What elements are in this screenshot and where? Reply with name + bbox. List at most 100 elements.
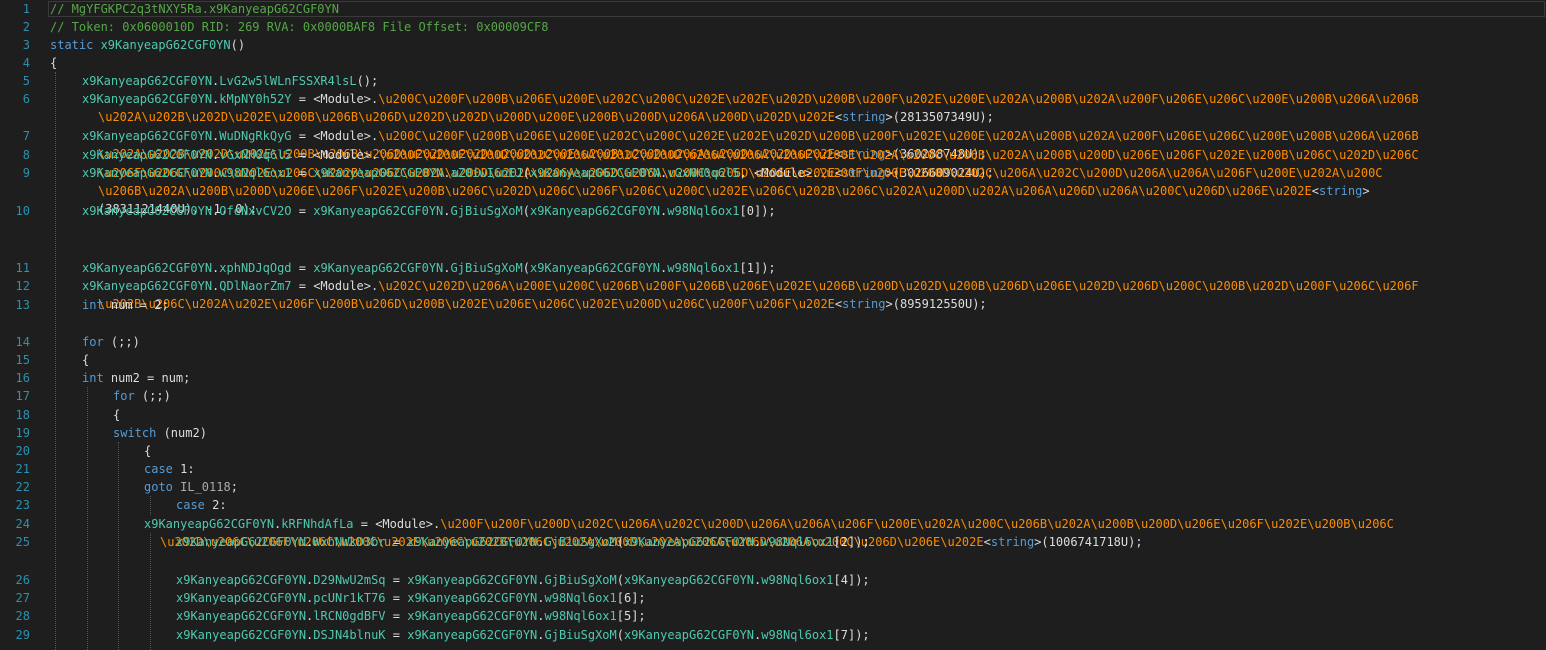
- token: x9KanyeapG62CGF0YN: [144, 517, 275, 531]
- token: x9KanyeapG62CGF0YN: [407, 591, 538, 605]
- token: {: [113, 408, 121, 422]
- line-number: 16: [15, 371, 30, 385]
- line-number: 28: [15, 609, 30, 623]
- token: \u206B\u202A\u200B\u200D\u206E\u206F\u20…: [98, 184, 1312, 198]
- token: kRFNhdAfLa: [281, 517, 354, 531]
- token: w98Nql6ox1: [219, 166, 292, 180]
- token: WxhNWkD3br: [313, 535, 386, 549]
- token: x9KanyeapG62CGF0YN: [529, 166, 661, 180]
- token: = <Module>.: [291, 92, 379, 106]
- token: >: [1362, 184, 1370, 198]
- line-number: 25: [15, 535, 30, 549]
- code-text: int num2 = num;: [82, 369, 190, 387]
- token: x9KanyeapG62CGF0YN: [529, 204, 661, 218]
- token: .: [443, 204, 451, 218]
- token: .: [537, 628, 545, 642]
- token: x9KanyeapG62CGF0YN: [176, 591, 307, 605]
- line-number: 11: [15, 261, 30, 275]
- line-number: 29: [15, 628, 30, 642]
- code-line: 13 int num = 2;: [0, 296, 1546, 314]
- token: .: [537, 591, 545, 605]
- code-text: x9KanyeapG62CGF0YN. xphNDJqOgd = x9Kanyea…: [82, 259, 776, 277]
- code-line: 22 goto IL_0118;: [0, 478, 1546, 496]
- line-number: 13: [15, 298, 30, 312]
- token: [0]);: [739, 204, 776, 218]
- code-text: x9KanyeapG62CGF0YN. OfeNxvCV2O = x9Kanyea…: [82, 202, 776, 220]
- token: (): [230, 38, 246, 52]
- code-line: 12 x9KanyeapG62CGF0YN.QDlNaorZm7 = <Modul…: [0, 277, 1546, 311]
- token: OfeNxvCV2O: [219, 204, 292, 218]
- code-text: x9KanyeapG62CGF0YN. lRCN0gdBFV = x9Kanyea…: [176, 607, 646, 625]
- token: {: [144, 444, 152, 458]
- token: IL_0118: [180, 480, 231, 494]
- code-line: 17 for (;;): [0, 387, 1546, 405]
- token: =: [291, 204, 314, 218]
- token: .: [537, 535, 545, 549]
- token: pcUNr1kT76: [313, 591, 386, 605]
- token: x9KanyeapG62CGF0YN: [82, 129, 213, 143]
- code-line: 3 static x9KanyeapG62CGF0YN(): [0, 36, 1546, 54]
- line-number: 24: [15, 517, 30, 531]
- line-number: 26: [15, 573, 30, 587]
- line-number: 17: [15, 389, 30, 403]
- token: x9KanyeapG62CGF0YN: [407, 628, 538, 642]
- token: string: [842, 110, 886, 124]
- line-number: 12: [15, 279, 30, 293]
- token: GjBiuSgXoM: [450, 261, 523, 275]
- line-number: 6: [22, 92, 30, 106]
- line-number: 18: [15, 408, 30, 422]
- token: x9KanyeapG62CGF0YN: [407, 573, 538, 587]
- code-text: x9KanyeapG62CGF0YN. WxhNWkD3br = x9Kanyea…: [176, 533, 870, 551]
- token: w98Nql6ox1: [544, 591, 617, 605]
- token: (;;): [110, 335, 140, 349]
- token: lRCN0gdBFV: [313, 609, 386, 623]
- token: x9KanyeapG62CGF0YN: [100, 38, 231, 52]
- token: {: [50, 56, 58, 70]
- code-line: 28 x9KanyeapG62CGF0YN. lRCN0gdBFV = x9Kany…: [0, 607, 1546, 625]
- token: x9KanyeapG62CGF0YN: [313, 204, 444, 218]
- token: .: [537, 573, 545, 587]
- code-line: 29 x9KanyeapG62CGF0YN. DSJN4blnuK = x9Kany…: [0, 626, 1546, 644]
- code-line: 6 x9KanyeapG62CGF0YN.kMpNY0h52Y = <Module…: [0, 90, 1546, 124]
- token: for: [82, 335, 111, 349]
- line-number: 7: [22, 129, 30, 143]
- token: kMpNY0h52Y: [219, 92, 292, 106]
- token: aZ0iwI6nEJ: [450, 166, 523, 180]
- token: x9KanyeapG62CGF0YN: [82, 204, 213, 218]
- line-number: 22: [15, 480, 30, 494]
- token: x9KanyeapG62CGF0YN: [82, 261, 213, 275]
- code-text: x9KanyeapG62CGF0YN.kMpNY0h52Y = <Module>…: [82, 90, 1419, 108]
- token: \u200F\u200F\u200D\u202C\u206A\u202C\u20…: [819, 166, 1383, 180]
- line-number: 20: [15, 444, 30, 458]
- token: w98Nql6ox1: [544, 609, 617, 623]
- code-text: // Token: 0x0600010D RID: 269 RVA: 0x000…: [50, 18, 549, 36]
- token: x9KanyeapG62CGF0YN: [82, 166, 213, 180]
- token: (: [616, 628, 624, 642]
- token: =: [385, 573, 408, 587]
- code-line: 26 x9KanyeapG62CGF0YN. D29NwU2mSq = x9Kany…: [0, 571, 1546, 589]
- code-line: 8 x9KanyeapG62CGF0YN.vGxNH0q6l5 = <Module…: [0, 146, 1546, 180]
- code-line: 5 x9KanyeapG62CGF0YN.LvG2w5lWLnFSSXR4lsL(…: [0, 72, 1546, 90]
- token: .: [443, 166, 451, 180]
- code-text: static x9KanyeapG62CGF0YN(): [50, 36, 245, 54]
- token: >(2813507349U);: [885, 110, 994, 124]
- token: w98Nql6ox1: [761, 535, 834, 549]
- token: num = 2;: [110, 298, 169, 312]
- token: (: [522, 261, 530, 275]
- code-editor[interactable]: 1 // MgYFGKPC2q3tNXY5Ra.x9KanyeapG62CGF0Y…: [0, 0, 1546, 650]
- token: x9KanyeapG62CGF0YN: [407, 535, 538, 549]
- code-line: 7 x9KanyeapG62CGF0YN.WuDNgRkQyG = <Module…: [0, 127, 1546, 161]
- code-line: 16 int num2 = num;: [0, 369, 1546, 387]
- token: // MgYFGKPC2q3tNXY5Ra.x9KanyeapG62CGF0YN: [50, 2, 339, 16]
- code-text: x9KanyeapG62CGF0YN.QDlNaorZm7 = <Module>…: [82, 277, 1419, 295]
- token: =: [385, 609, 408, 623]
- token: x9KanyeapG62CGF0YN: [529, 261, 661, 275]
- line-number: 14: [15, 335, 30, 349]
- code-text: goto IL_0118;: [144, 478, 238, 496]
- code-line: 25 x9KanyeapG62CGF0YN. WxhNWkD3br = x9Kany…: [0, 533, 1546, 551]
- token: \u200F\u200F\u200D\u202C\u206A\u202C\u20…: [440, 517, 1394, 531]
- token: \u202C\u202D\u206A\u200E\u200C\u206B\u20…: [378, 279, 1419, 293]
- code-text-continuation: \u206B\u202A\u200B\u200D\u206E\u206F\u20…: [98, 182, 1370, 200]
- token: GjBiuSgXoM: [544, 535, 617, 549]
- token: static: [50, 38, 101, 52]
